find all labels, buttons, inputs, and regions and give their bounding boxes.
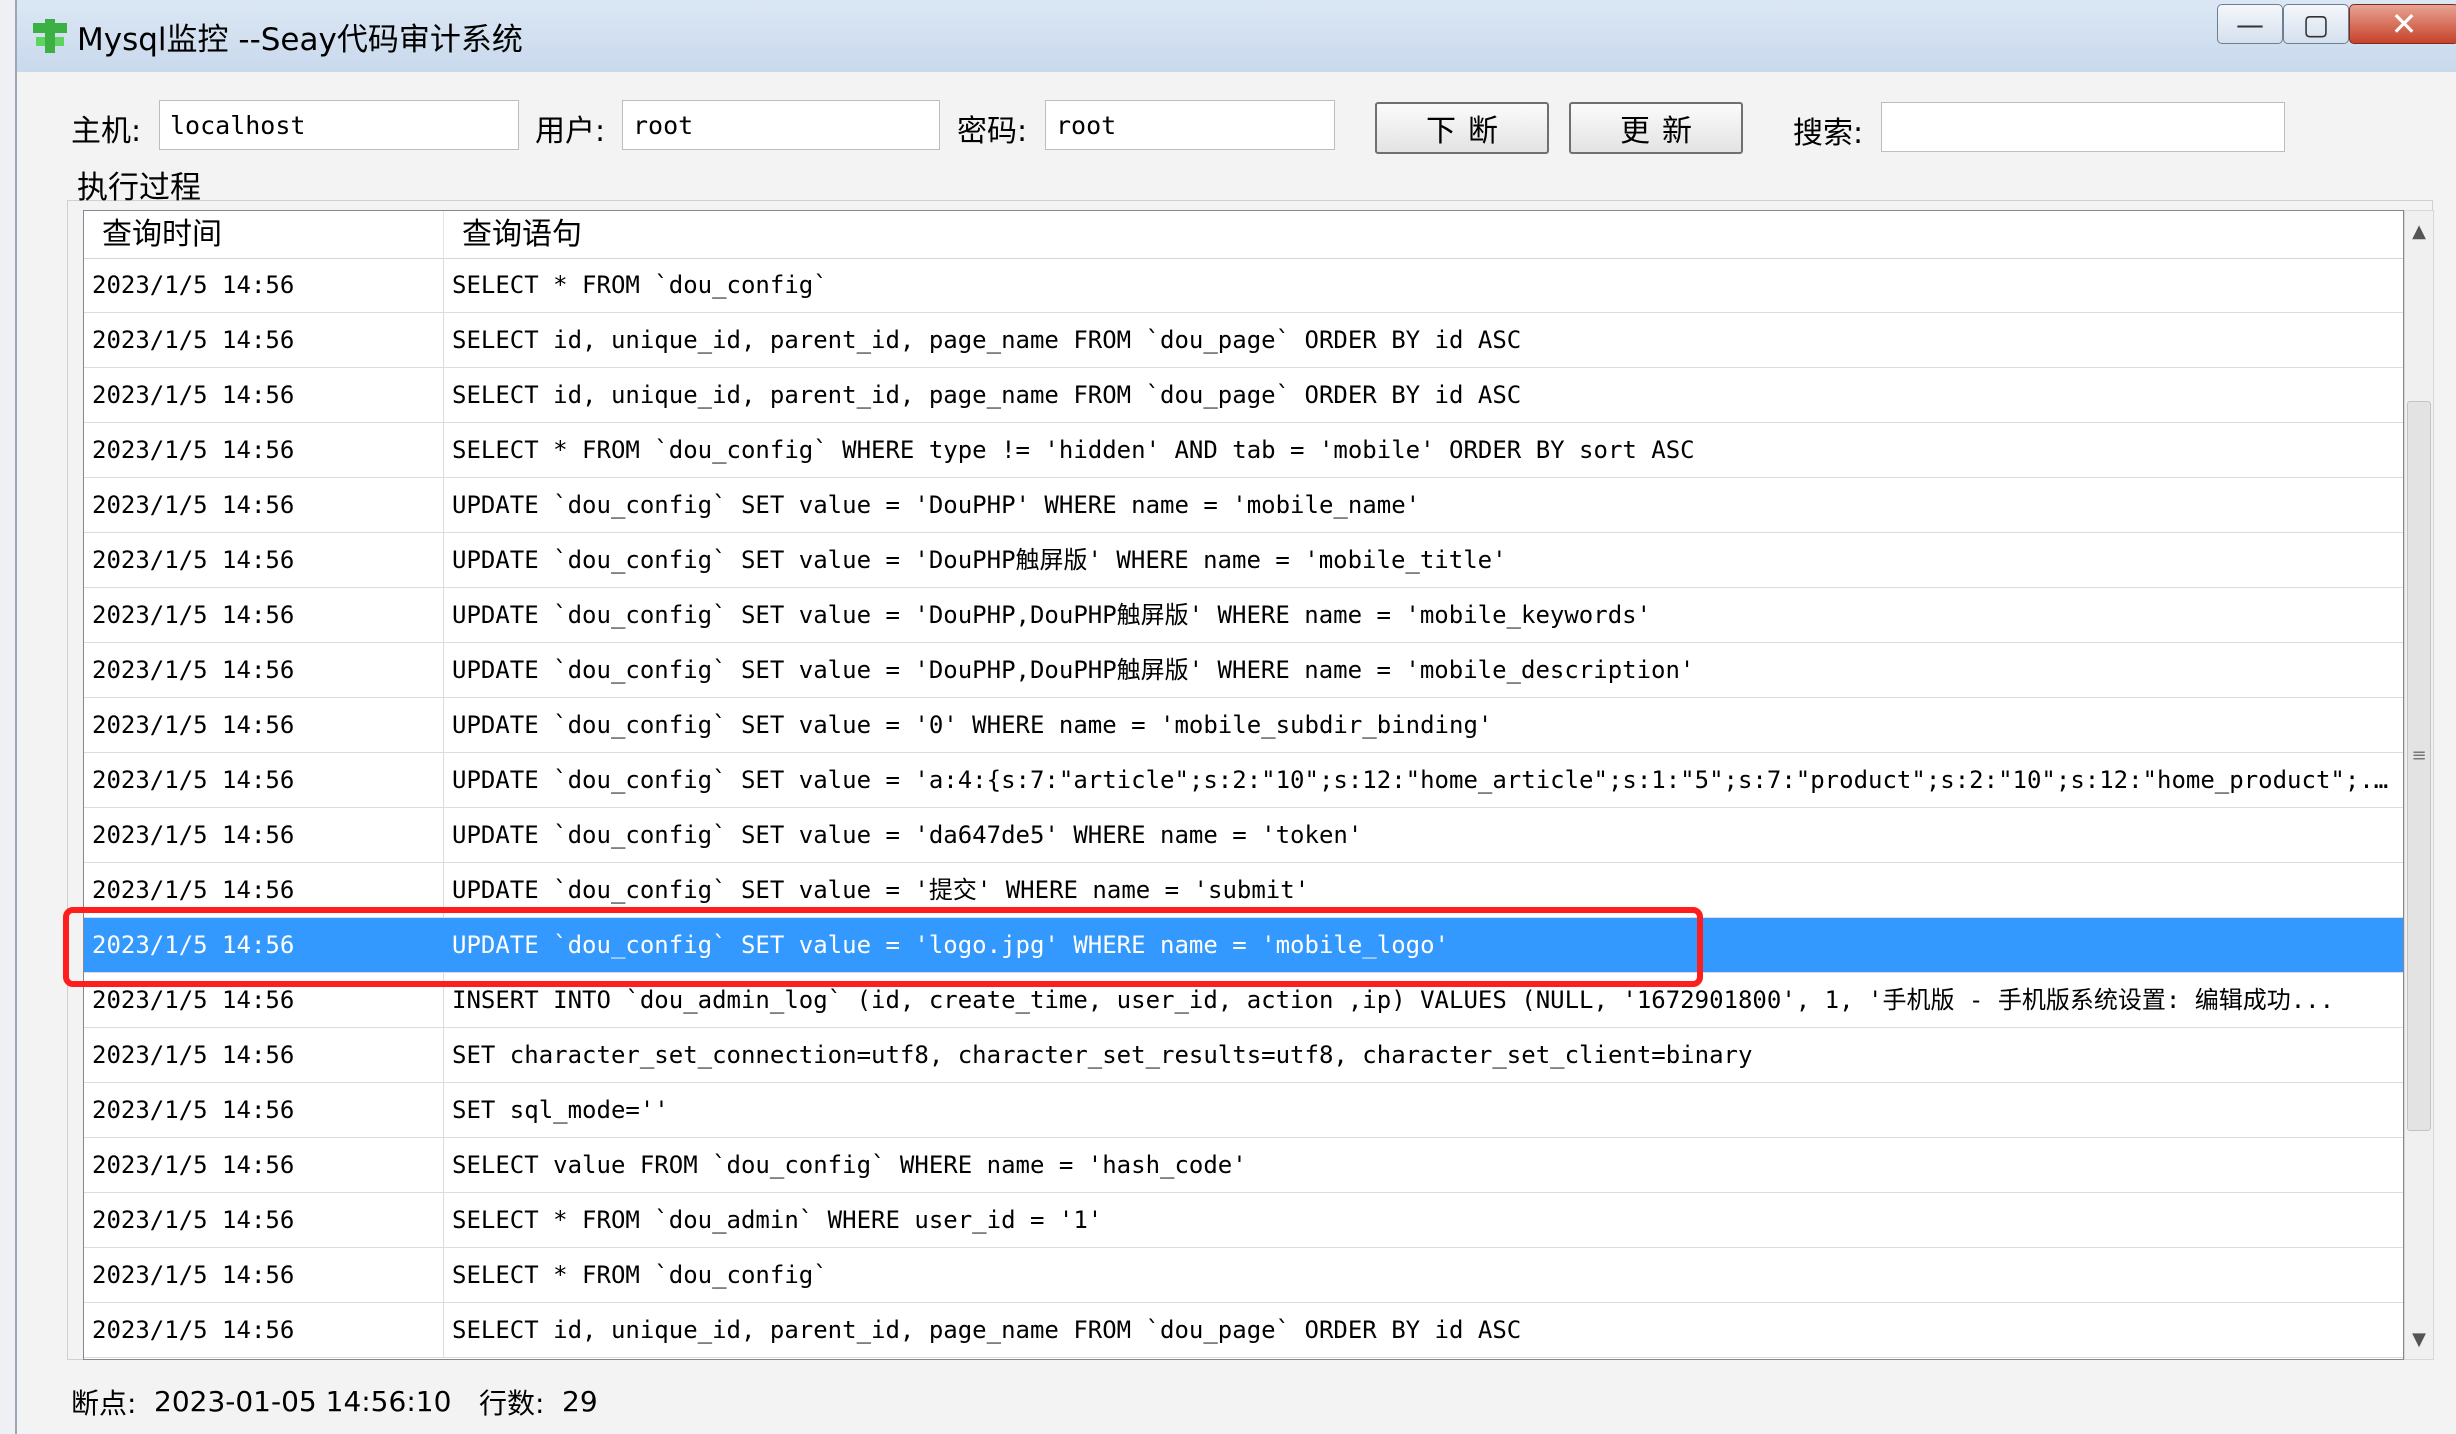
list-header: 查询时间 查询语句 [84, 211, 2403, 259]
query-statement-cell: SELECT id, unique_id, parent_id, page_na… [452, 326, 1522, 354]
query-time-cell: 2023/1/5 14:56 [84, 643, 444, 697]
breakpoint-value: 2023-01-05 14:56:10 [154, 1385, 452, 1418]
table-row[interactable]: 2023/1/5 14:56 SELECT * FROM `dou_config`… [84, 423, 2403, 478]
user-input[interactable] [622, 100, 940, 150]
query-statement-cell: UPDATE `dou_config` SET value = 'a:4:{s:… [452, 766, 2400, 794]
query-time-cell: 2023/1/5 14:56 [84, 313, 444, 367]
password-label: 密码: [957, 114, 1028, 149]
query-time-cell: 2023/1/5 14:56 [84, 1248, 444, 1302]
table-row[interactable]: 2023/1/5 14:56 UPDATE `dou_config` SET va… [84, 478, 2403, 533]
query-statement-cell: UPDATE `dou_config` SET value = '提交' WHE… [452, 876, 1310, 904]
scroll-up-icon[interactable]: ▲ [2405, 211, 2433, 251]
host-input[interactable] [159, 100, 519, 150]
query-time-cell: 2023/1/5 14:56 [84, 1138, 444, 1192]
table-row[interactable]: 2023/1/5 14:56 SELECT id, unique_id, pare… [84, 313, 2403, 368]
query-time-cell: 2023/1/5 14:56 [84, 588, 444, 642]
maximize-icon: ▢ [2302, 7, 2330, 41]
table-row[interactable]: 2023/1/5 14:56 UPDATE `dou_config` SET va… [84, 588, 2403, 643]
table-row[interactable]: 2023/1/5 14:56 SELECT * FROM `dou_admin` … [84, 1193, 2403, 1248]
table-row[interactable]: 2023/1/5 14:56 SET character_set_connecti… [84, 1028, 2403, 1083]
table-row[interactable]: 2023/1/5 14:56 SELECT * FROM `dou_config` [84, 258, 2403, 313]
table-row[interactable]: 2023/1/5 14:56 SELECT id, unique_id, pare… [84, 368, 2403, 423]
query-statement-cell: INSERT INTO `dou_admin_log` (id, create_… [452, 986, 2335, 1014]
query-statement-cell: SELECT id, unique_id, parent_id, page_na… [452, 1316, 1522, 1344]
query-time-cell: 2023/1/5 14:56 [84, 423, 444, 477]
minimize-icon: — [2236, 7, 2264, 41]
query-time-cell: 2023/1/5 14:56 [84, 698, 444, 752]
table-row[interactable]: 2023/1/5 14:56 SELECT * FROM `dou_config` [84, 1248, 2403, 1303]
scroll-thumb[interactable]: ≡ [2407, 401, 2431, 1131]
execution-group-label: 执行过程 [77, 170, 201, 206]
query-statement-cell: SELECT * FROM `dou_config` [452, 271, 828, 299]
vertical-scrollbar[interactable]: ▲ ≡ ▼ [2404, 210, 2434, 1360]
table-row[interactable]: 2023/1/5 14:56 UPDATE `dou_config` SET va… [84, 533, 2403, 588]
table-row[interactable]: 2023/1/5 14:56 UPDATE `dou_config` SET va… [84, 643, 2403, 698]
minimize-button[interactable]: — [2217, 4, 2283, 44]
query-time-cell: 2023/1/5 14:56 [84, 258, 444, 312]
host-label: 主机: [71, 114, 142, 149]
row-count-value: 29 [562, 1385, 598, 1418]
query-statement-cell: UPDATE `dou_config` SET value = 'DouPHP,… [452, 601, 1652, 629]
close-button[interactable]: ✕ [2349, 4, 2456, 44]
search-input[interactable] [1881, 102, 2285, 152]
query-time-cell: 2023/1/5 14:56 [84, 478, 444, 532]
window-title: Mysql监控 --Seay代码审计系统 [77, 22, 523, 58]
query-statement-cell: UPDATE `dou_config` SET value = '0' WHER… [452, 711, 1493, 739]
mysql-monitor-window: Mysql监控 --Seay代码审计系统 — ▢ ✕ 主机: 用户: 密码: 下… [15, 0, 2456, 1434]
query-statement-cell: SELECT id, unique_id, parent_id, page_na… [452, 381, 1522, 409]
query-time-cell: 2023/1/5 14:56 [84, 753, 444, 807]
query-time-cell: 2023/1/5 14:56 [84, 1028, 444, 1082]
table-row[interactable]: 2023/1/5 14:56 UPDATE `dou_config` SET va… [84, 808, 2403, 863]
query-statement-cell: SELECT * FROM `dou_config` WHERE type !=… [452, 436, 1695, 464]
grip-icon: ≡ [2411, 745, 2427, 766]
query-time-cell: 2023/1/5 14:56 [84, 973, 444, 1027]
table-row[interactable]: 2023/1/5 14:56 UPDATE `dou_config` SET va… [84, 753, 2403, 808]
query-statement-cell: SELECT value FROM `dou_config` WHERE nam… [452, 1151, 1247, 1179]
table-row[interactable]: 2023/1/5 14:56 UPDATE `dou_config` SET va… [84, 918, 2403, 973]
table-row[interactable]: 2023/1/5 14:56 SET sql_mode='' [84, 1083, 2403, 1138]
close-icon: ✕ [2390, 5, 2418, 43]
query-time-cell: 2023/1/5 14:56 [84, 1303, 444, 1357]
query-statement-cell: SELECT * FROM `dou_config` [452, 1261, 828, 1289]
table-row[interactable]: 2023/1/5 14:56 SELECT value FROM `dou_con… [84, 1138, 2403, 1193]
table-row[interactable]: 2023/1/5 14:56 INSERT INTO `dou_admin_log… [84, 973, 2403, 1028]
query-statement-cell: UPDATE `dou_config` SET value = 'DouPHP'… [452, 491, 1421, 519]
query-list[interactable]: 查询时间 查询语句 2023/1/5 14:56 SELECT * FROM `d… [83, 210, 2404, 1360]
query-time-cell: 2023/1/5 14:56 [84, 918, 444, 972]
column-header-query[interactable]: 查询语句 [444, 211, 2403, 258]
query-time-cell: 2023/1/5 14:56 [84, 863, 444, 917]
update-button[interactable]: 更新 [1569, 102, 1743, 154]
query-time-cell: 2023/1/5 14:56 [84, 1193, 444, 1247]
scroll-down-icon[interactable]: ▼ [2405, 1319, 2433, 1359]
list-rows: 2023/1/5 14:56 SELECT * FROM `dou_config`… [84, 258, 2403, 1358]
title-bar[interactable]: Mysql监控 --Seay代码审计系统 — ▢ ✕ [17, 0, 2456, 72]
row-count-label: 行数: [479, 1387, 545, 1420]
query-statement-cell: SET sql_mode='' [452, 1096, 669, 1124]
maximize-button[interactable]: ▢ [2283, 4, 2349, 44]
table-row[interactable]: 2023/1/5 14:56 UPDATE `dou_config` SET va… [84, 698, 2403, 753]
query-time-cell: 2023/1/5 14:56 [84, 368, 444, 422]
query-statement-cell: UPDATE `dou_config` SET value = 'DouPHP触… [452, 546, 1507, 574]
query-time-cell: 2023/1/5 14:56 [84, 808, 444, 862]
column-header-time[interactable]: 查询时间 [84, 211, 444, 258]
user-label: 用户: [535, 114, 606, 149]
password-input[interactable] [1045, 100, 1335, 150]
query-time-cell: 2023/1/5 14:56 [84, 1083, 444, 1137]
table-row[interactable]: 2023/1/5 14:56 UPDATE `dou_config` SET va… [84, 863, 2403, 918]
search-label: 搜索: [1793, 116, 1864, 151]
query-statement-cell: UPDATE `dou_config` SET value = 'da647de… [452, 821, 1363, 849]
query-statement-cell: UPDATE `dou_config` SET value = 'DouPHP,… [452, 656, 1695, 684]
table-row[interactable]: 2023/1/5 14:56 SELECT id, unique_id, pare… [84, 1303, 2403, 1358]
query-statement-cell: SELECT * FROM `dou_admin` WHERE user_id … [452, 1206, 1103, 1234]
break-button[interactable]: 下断 [1375, 102, 1549, 154]
breakpoint-label: 断点: [71, 1387, 137, 1420]
query-time-cell: 2023/1/5 14:56 [84, 533, 444, 587]
query-statement-cell: SET character_set_connection=utf8, chara… [452, 1041, 1753, 1069]
seay-app-icon [33, 19, 67, 53]
query-statement-cell: UPDATE `dou_config` SET value = 'logo.jp… [452, 931, 1449, 959]
